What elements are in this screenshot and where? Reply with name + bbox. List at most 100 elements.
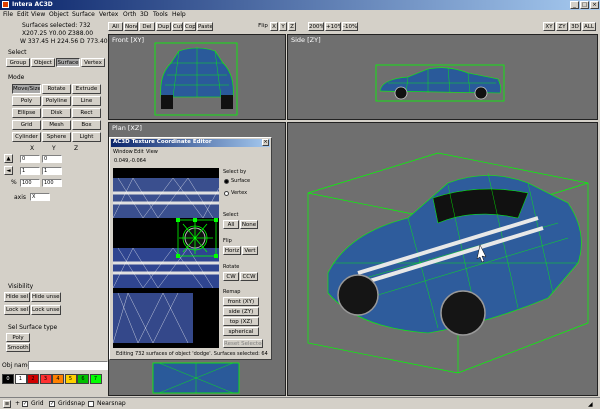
mode-cylinder-button[interactable]: Cylinder <box>12 132 41 142</box>
mode-poly-button[interactable]: Poly <box>12 96 41 106</box>
select-vertex-button[interactable]: Vertex <box>81 58 105 67</box>
menu-file[interactable]: File <box>3 11 13 18</box>
mode-polyline-button[interactable]: Polyline <box>42 96 71 106</box>
tex-menu-edit[interactable]: Edit <box>134 149 144 155</box>
menu-vertex[interactable]: Vertex <box>99 11 118 18</box>
menu-orth[interactable]: Orth <box>123 11 136 18</box>
toolbar-paste-button[interactable]: Paste <box>197 22 213 31</box>
mode-light-button[interactable]: Light <box>72 132 101 142</box>
view-3d-button[interactable]: 3D <box>569 22 581 31</box>
smooth-type-button[interactable]: Smooth <box>6 343 30 352</box>
remap-spherical-button[interactable]: spherical <box>223 327 259 336</box>
select-surface-button[interactable]: Surface <box>56 58 80 67</box>
pct-x-field[interactable]: 100 <box>20 179 40 187</box>
scale-y-field[interactable]: 1 <box>42 167 62 175</box>
tex-none-button[interactable]: None <box>240 220 258 229</box>
tex-menu-view[interactable]: View <box>146 149 158 155</box>
gridsnap-checkbox[interactable]: ✓ <box>49 401 55 407</box>
select-group-button[interactable]: Group <box>6 58 30 67</box>
mode-ellipse-button[interactable]: Ellipse <box>12 108 41 118</box>
toolbar-dup-button[interactable]: Dup <box>156 22 171 31</box>
flip-y-button[interactable]: Y <box>279 22 287 31</box>
close-button[interactable]: × <box>590 1 599 9</box>
menu-surface[interactable]: Surface <box>72 11 95 18</box>
move-up-button[interactable]: ▲ <box>4 154 13 163</box>
move-left-button[interactable]: ◄ <box>4 166 13 175</box>
mode-grid-button[interactable]: Grid <box>12 120 41 130</box>
hide-unsel-button[interactable]: Hide unsel <box>31 292 61 302</box>
zoom-plus10-button[interactable]: +10% <box>325 22 341 31</box>
mode-rect-button[interactable]: Rect <box>72 108 101 118</box>
palette-swatch[interactable]: 6 <box>77 374 89 384</box>
tex-cw-button[interactable]: CW <box>223 272 239 281</box>
vertex-radio[interactable] <box>224 191 229 196</box>
maximize-button[interactable]: □ <box>580 1 589 9</box>
toolbar-copy-button[interactable]: Copy <box>184 22 196 31</box>
remap-front-button[interactable]: front (XY) <box>223 297 259 306</box>
mode-mesh-button[interactable]: Mesh <box>42 120 71 130</box>
palette-swatch[interactable]: 5 <box>64 374 77 384</box>
zoom-minus10-button[interactable]: -10% <box>342 22 358 31</box>
mode-sphere-button[interactable]: Sphere <box>42 132 71 142</box>
lock-unsel-button[interactable]: Lock unsel <box>31 305 61 315</box>
pct-y-field[interactable]: 100 <box>42 179 62 187</box>
remap-top-button[interactable]: top (XZ) <box>223 317 259 326</box>
tex-horiz-button[interactable]: Horiz <box>223 246 241 255</box>
view-all-button[interactable]: ALL <box>582 22 596 31</box>
poly-type-button[interactable]: Poly <box>6 333 30 342</box>
minimize-button[interactable]: _ <box>570 1 579 9</box>
texture-editor-close-button[interactable]: × <box>262 139 269 146</box>
menu-view[interactable]: View <box>31 11 45 18</box>
tex-all-button[interactable]: All <box>223 220 239 229</box>
mode-move-size-button[interactable]: Move/Size <box>12 84 41 94</box>
mode-box-button[interactable]: Box <box>72 120 101 130</box>
mode-extrude-button[interactable]: Extrude <box>72 84 101 94</box>
grid-checkbox[interactable]: ✓ <box>22 401 28 407</box>
nearsnap-checkbox[interactable] <box>88 401 94 407</box>
palette-swatch[interactable]: 0 <box>2 374 14 384</box>
palette-swatch[interactable]: 2 <box>27 374 39 384</box>
bottom-menu-button[interactable]: ≡ <box>3 400 11 408</box>
reset-selected-button[interactable]: Reset Selected <box>223 339 263 348</box>
obj-name-field[interactable] <box>28 361 108 370</box>
palette-swatch[interactable]: 4 <box>52 374 64 384</box>
palette-swatch[interactable]: 7 <box>89 374 102 384</box>
mode-line-button[interactable]: Line <box>72 96 101 106</box>
toolbar-none-button[interactable]: None <box>124 22 138 31</box>
zoom-200-button[interactable]: 200% <box>308 22 324 31</box>
view-zy-button[interactable]: ZY <box>556 22 568 31</box>
flip-z-button[interactable]: Z <box>288 22 296 31</box>
pos-y-field[interactable]: 0 <box>42 155 62 163</box>
select-object-button[interactable]: Object <box>31 58 55 67</box>
menu-help[interactable]: Help <box>172 11 186 18</box>
viewport-side[interactable]: Side [ZY] <box>287 34 598 120</box>
toolbar-all-button[interactable]: All <box>108 22 123 31</box>
hide-sel-button[interactable]: Hide sel <box>4 292 30 302</box>
texture-editor-titlebar[interactable]: AC3D Texture Coordinate Editor × <box>111 139 270 147</box>
palette-swatch[interactable]: 3 <box>39 374 52 384</box>
toolbar-del-button[interactable]: Del <box>139 22 155 31</box>
menu-3d[interactable]: 3D <box>140 11 148 18</box>
remap-side-button[interactable]: side (ZY) <box>223 307 259 316</box>
resize-grip-icon[interactable]: ◢ <box>588 401 593 408</box>
texture-canvas[interactable] <box>113 168 219 348</box>
menu-edit[interactable]: Edit <box>17 11 29 18</box>
toolbar-cut-button[interactable]: Cut <box>172 22 183 31</box>
tex-ccw-button[interactable]: CCW <box>240 272 258 281</box>
flip-x-button[interactable]: X <box>270 22 278 31</box>
viewport-front[interactable]: Front [XY] <box>108 34 286 120</box>
lock-sel-button[interactable]: Lock sel <box>4 305 30 315</box>
tex-vert-button[interactable]: Vert <box>242 246 258 255</box>
view-xy-button[interactable]: XY <box>543 22 555 31</box>
pos-x-field[interactable]: 0 <box>20 155 40 163</box>
mode-rotate-button[interactable]: Rotate <box>42 84 71 94</box>
surface-radio[interactable] <box>224 179 229 184</box>
scale-x-field[interactable]: 1 <box>20 167 40 175</box>
palette-swatch[interactable]: 1 <box>14 374 27 384</box>
menu-tools[interactable]: Tools <box>153 11 168 18</box>
viewport-3d[interactable] <box>287 122 598 396</box>
axis-select[interactable]: X <box>30 193 50 201</box>
menu-object[interactable]: Object <box>49 11 69 18</box>
tex-menu-window[interactable]: Window <box>113 149 133 155</box>
mode-disk-button[interactable]: Disk <box>42 108 71 118</box>
